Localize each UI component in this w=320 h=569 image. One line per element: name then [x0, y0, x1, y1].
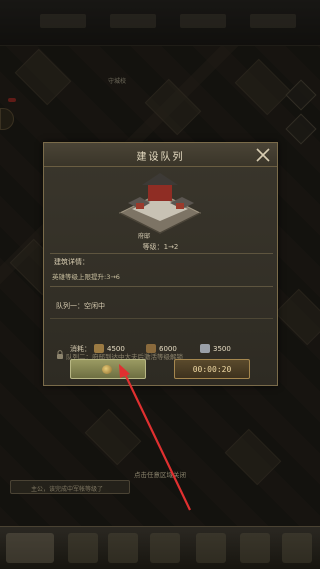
- nav-item-bag[interactable]: [150, 533, 180, 563]
- build-timer-label: 00:00:20: [192, 365, 232, 374]
- bottom-navigation-bar: [0, 526, 320, 569]
- close-button[interactable]: [254, 146, 272, 164]
- dialog-header: 建设队列: [44, 143, 277, 167]
- wood-icon: [94, 344, 104, 353]
- nav-item-more[interactable]: [282, 533, 312, 563]
- cost-value: 6000: [159, 345, 177, 353]
- details-title: 建筑详情：: [54, 258, 89, 266]
- build-with-resources-button[interactable]: [70, 359, 146, 379]
- lock-icon: [57, 350, 63, 359]
- bottom-notice-text: 主公，该完成中军帐等级了: [31, 486, 104, 493]
- building-name: 府邸: [138, 233, 151, 240]
- nav-item-heroes[interactable]: [108, 533, 138, 563]
- cost-row: 消耗： 4500 6000 3500: [70, 343, 270, 355]
- mansion-building-image: [118, 173, 202, 234]
- cost-value: 3500: [213, 345, 231, 353]
- nav-item-alliance[interactable]: [240, 533, 270, 563]
- bottom-notice-banner[interactable]: 主公，该完成中军帐等级了: [10, 480, 130, 494]
- dismiss-hint: 点击任意区域关闭: [134, 471, 186, 479]
- coin-icon: [102, 365, 112, 374]
- nav-item-city[interactable]: [6, 533, 54, 563]
- building-level: 等级：1→2: [142, 243, 179, 251]
- queue-one-row: 队列一：空闲中: [50, 293, 273, 319]
- nav-item-battle[interactable]: [68, 533, 98, 563]
- close-icon: [256, 148, 270, 162]
- iron-icon: [200, 344, 210, 353]
- cost-value: 4500: [107, 345, 125, 353]
- dialog-title: 建设队列: [136, 152, 185, 163]
- building-details: 建筑详情： 英雄等级上限提升:3→6: [50, 253, 273, 287]
- details-text: 英雄等级上限提升:3→6: [52, 273, 120, 281]
- nav-item-shop[interactable]: [196, 533, 226, 563]
- cost-label: 消耗：: [70, 345, 91, 353]
- queue-one-status: 队列一：空闲中: [56, 302, 105, 310]
- grain-icon: [146, 344, 156, 353]
- build-timer-button[interactable]: 00:00:20: [174, 359, 250, 379]
